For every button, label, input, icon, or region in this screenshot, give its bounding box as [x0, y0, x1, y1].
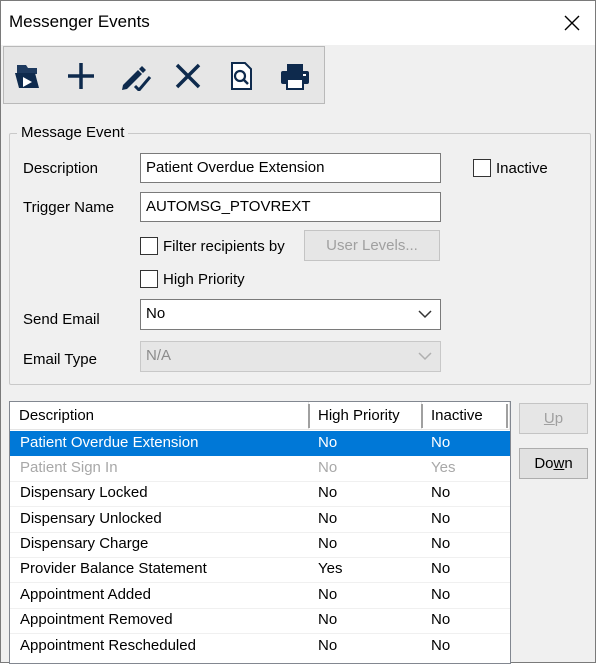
cell-high-priority: No: [318, 535, 338, 552]
row-divider: [10, 506, 510, 507]
row-divider: [10, 557, 510, 558]
up-label-rest: p: [554, 410, 564, 427]
cell-inactive: No: [431, 560, 451, 577]
list-item-7[interactable]: Appointment Removed No No: [10, 608, 510, 633]
cell-description: Appointment Added: [20, 586, 151, 603]
row-divider: [10, 532, 510, 533]
filter-recipients-label: Filter recipients by: [163, 237, 285, 255]
cell-description: Dispensary Charge: [20, 535, 149, 552]
preview-icon: [231, 62, 252, 90]
send-email-select[interactable]: No: [140, 299, 441, 330]
high-priority-checkbox-box[interactable]: [140, 270, 158, 288]
column-header-description[interactable]: Description: [10, 402, 309, 430]
inactive-checkbox-label: Inactive: [496, 159, 548, 177]
open-icon: [15, 65, 39, 88]
print-button[interactable]: [276, 57, 314, 95]
row-divider: [10, 582, 510, 583]
add-button[interactable]: [62, 57, 100, 95]
down-label-prefix: Do: [534, 455, 554, 472]
cell-inactive: Yes: [431, 459, 456, 476]
high-priority-label: High Priority: [163, 270, 245, 288]
chevron-down-icon: [418, 352, 432, 361]
list-header: Description High Priority Inactive: [10, 402, 510, 430]
row-divider: [10, 608, 510, 609]
row-divider: [10, 633, 510, 634]
up-button[interactable]: Up: [519, 403, 588, 434]
down-button[interactable]: Do w n: [519, 448, 588, 479]
title-bar: Messenger Events: [1, 1, 595, 45]
column-separator[interactable]: [421, 404, 423, 428]
up-mnemonic: U: [543, 410, 555, 427]
cell-inactive: No: [431, 434, 451, 451]
down-label-rest: n: [564, 455, 573, 472]
cell-high-priority: No: [318, 459, 338, 476]
message-event-group-label: Message Event: [17, 124, 129, 141]
list-item-5[interactable]: Provider Balance Statement Yes No: [10, 557, 510, 582]
chevron-down-icon: [418, 310, 432, 319]
print-icon: [281, 64, 309, 90]
cell-description: Dispensary Unlocked: [20, 510, 162, 527]
messenger-events-list[interactable]: Description High Priority Inactive Patie…: [9, 401, 511, 664]
send-email-label: Send Email: [23, 311, 100, 328]
list-item-2[interactable]: Dispensary Locked No No: [10, 481, 510, 506]
list-item-1[interactable]: Patient Sign In No Yes: [10, 456, 510, 481]
cell-inactive: No: [431, 535, 451, 552]
description-field[interactable]: Patient Overdue Extension: [140, 153, 441, 183]
cell-description: Appointment Removed: [20, 611, 173, 628]
preview-button[interactable]: [222, 57, 260, 95]
open-button[interactable]: [8, 57, 46, 95]
delete-icon: [175, 63, 201, 89]
trigger-name-field[interactable]: AUTOMSG_PTOVREXT: [140, 192, 441, 222]
cell-high-priority: No: [318, 586, 338, 603]
cell-high-priority: No: [318, 510, 338, 527]
close-icon: [564, 15, 580, 31]
column-header-inactive[interactable]: Inactive: [422, 402, 510, 430]
list-item-4[interactable]: Dispensary Charge No No: [10, 532, 510, 557]
cell-high-priority: No: [318, 434, 338, 451]
email-type-select[interactable]: N/A: [140, 341, 441, 372]
cell-description: Appointment Rescheduled: [20, 637, 196, 654]
cell-high-priority: No: [318, 611, 338, 628]
cell-description: Provider Balance Statement: [20, 560, 207, 577]
column-separator[interactable]: [308, 404, 310, 428]
cell-description: Dispensary Locked: [20, 484, 148, 501]
high-priority-checkbox[interactable]: High Priority: [140, 270, 245, 288]
description-label: Description: [23, 160, 99, 177]
cell-inactive: No: [431, 510, 451, 527]
cell-inactive: No: [431, 637, 451, 654]
inactive-checkbox-box[interactable]: [473, 159, 491, 177]
column-header-high-priority[interactable]: High Priority: [309, 402, 422, 430]
toolbar: [3, 46, 325, 104]
trigger-name-label: Trigger Name: [23, 199, 115, 216]
cell-description: Patient Overdue Extension: [20, 434, 199, 451]
filter-recipients-checkbox-box[interactable]: [140, 237, 158, 255]
filter-recipients-checkbox[interactable]: Filter recipients by: [140, 237, 285, 255]
list-item-0[interactable]: Patient Overdue Extension No No: [10, 431, 510, 456]
delete-button[interactable]: [169, 57, 207, 95]
edit-button[interactable]: [116, 57, 154, 95]
cell-description: Patient Sign In: [20, 459, 118, 476]
window-title: Messenger Events: [9, 12, 150, 31]
down-mnemonic: w: [553, 455, 565, 472]
cell-inactive: No: [431, 586, 451, 603]
user-levels-button[interactable]: User Levels...: [304, 230, 440, 261]
list-item-8[interactable]: Appointment Rescheduled No No: [10, 634, 510, 659]
cell-high-priority: Yes: [318, 560, 343, 577]
send-email-value: No: [146, 305, 166, 322]
edit-icon: [122, 66, 152, 91]
close-button[interactable]: [549, 1, 595, 45]
cell-inactive: No: [431, 484, 451, 501]
messenger-events-window: Messenger Events Message Event Descripti…: [0, 0, 596, 664]
cell-high-priority: No: [318, 637, 338, 654]
row-divider: [10, 481, 510, 482]
list-item-6[interactable]: Appointment Added No No: [10, 583, 510, 608]
list-item-3[interactable]: Dispensary Unlocked No No: [10, 507, 510, 532]
column-separator[interactable]: [506, 404, 508, 428]
cell-high-priority: No: [318, 484, 338, 501]
inactive-checkbox[interactable]: Inactive: [473, 159, 548, 177]
email-type-label: Email Type: [23, 351, 97, 368]
add-icon: [68, 63, 94, 89]
email-type-value: N/A: [146, 347, 172, 364]
cell-inactive: No: [431, 611, 451, 628]
